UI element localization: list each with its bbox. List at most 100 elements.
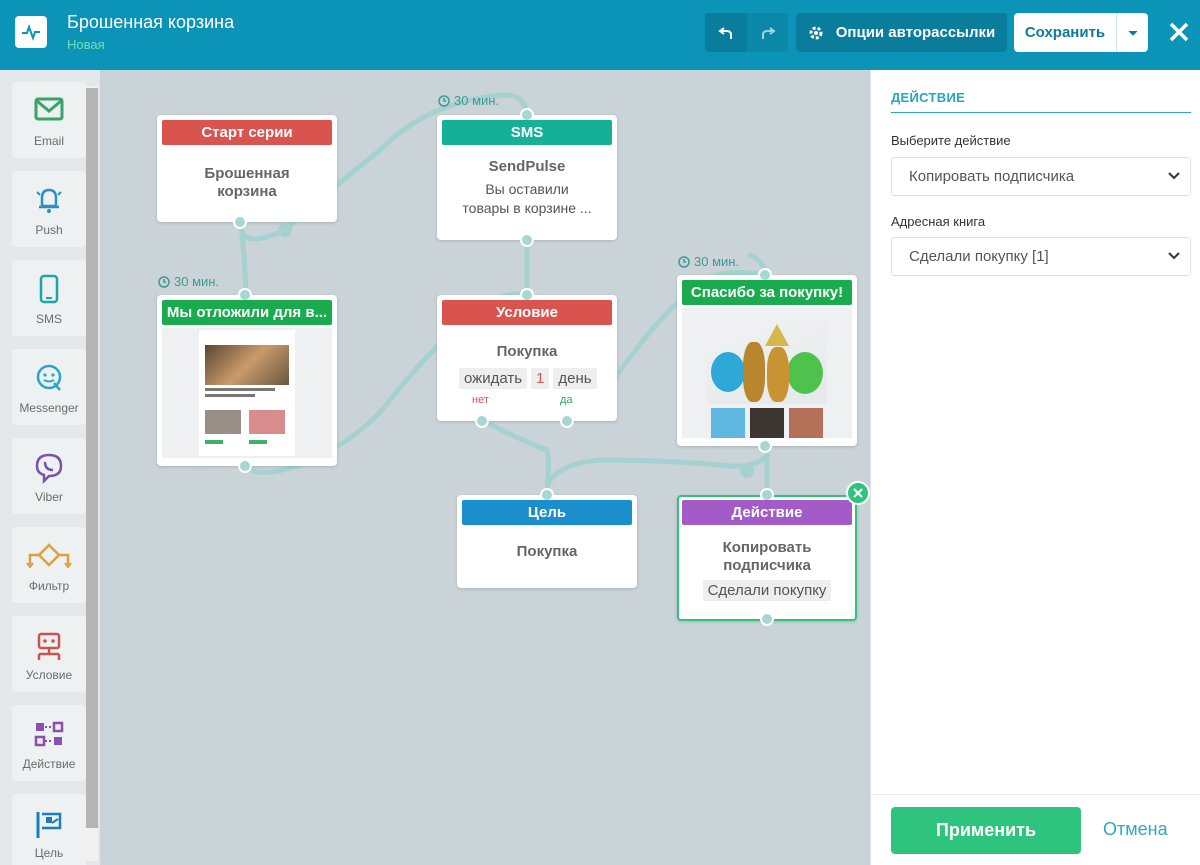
undo-icon (718, 26, 732, 39)
condition-wait-chip: ожидать (459, 368, 528, 389)
node-goal-title: Покупка (516, 543, 578, 560)
cancel-button[interactable]: Отмена (1103, 819, 1168, 840)
node-start[interactable]: Старт серии Брошенная корзина (157, 115, 337, 229)
node-action-header: Действие (682, 500, 852, 525)
node-goal[interactable]: Цель Покупка (457, 488, 637, 588)
panel-title: ДЕЙСТВИЕ (891, 90, 966, 105)
node-port[interactable] (760, 612, 774, 626)
palette-label: SMS (35, 312, 62, 326)
condition-no-label: нет (472, 394, 489, 406)
palette-item-condition[interactable]: Условие (12, 616, 86, 692)
node-sms-header: SMS (442, 120, 612, 145)
series-options-button[interactable]: Опции авторассылки (796, 13, 1007, 52)
goal-icon (36, 812, 62, 838)
address-book-select[interactable]: Сделали покупку [1] (891, 237, 1191, 276)
node-action-line2: подписчика (723, 557, 811, 574)
node-start-line1: Брошенная (204, 165, 290, 182)
properties-panel: ДЕЙСТВИЕ Выберите действие Копировать по… (870, 70, 1200, 865)
node-email-thanks[interactable]: Спасибо за покупку! (677, 268, 857, 453)
palette-item-push[interactable]: Push (12, 171, 86, 247)
node-port[interactable] (520, 233, 534, 247)
viber-icon (35, 453, 63, 484)
node-port[interactable] (238, 459, 252, 473)
panel-footer-divider (871, 794, 1200, 795)
panel-divider (891, 112, 1191, 113)
action-icon (34, 721, 64, 747)
palette-label: Фильтр (28, 579, 70, 593)
address-book-select-value: Сделали покупку [1] (909, 248, 1049, 265)
node-goal-header: Цель (462, 500, 632, 525)
node-action-line1: Копировать (722, 539, 812, 556)
action-select[interactable]: Копировать подписчика (891, 157, 1191, 196)
delay-label: 30 мин. (438, 93, 499, 108)
action-field-label: Выберите действие (891, 133, 1011, 148)
undo-button[interactable] (705, 13, 747, 52)
email-icon (34, 97, 64, 121)
node-email-reminder[interactable]: Мы отложили для в... (157, 288, 337, 473)
node-email-reminder-header: Мы отложили для в... (162, 300, 332, 325)
save-button[interactable]: Сохранить (1014, 13, 1117, 52)
gear-icon (809, 26, 823, 39)
node-condition-header: Условие (442, 300, 612, 325)
save-dropdown-button[interactable] (1117, 13, 1148, 52)
bell-icon (36, 188, 62, 213)
node-start-line2: корзина (217, 183, 277, 200)
clock-icon (158, 275, 170, 288)
status-badge: Новая (67, 37, 105, 52)
node-sms-sender: SendPulse (488, 158, 566, 175)
email-preview-thumbnail (682, 308, 852, 438)
email-preview-thumbnail (162, 328, 332, 458)
node-sms[interactable]: SMS SendPulse Вы оставили товары в корзи… (437, 108, 617, 247)
action-select-value: Копировать подписчика (909, 168, 1075, 185)
close-button[interactable] (1163, 16, 1195, 48)
close-icon (1169, 22, 1189, 42)
node-condition[interactable]: Условие Покупка ожидать 1 день нет да (437, 288, 617, 428)
clock-icon (678, 255, 690, 268)
delay-label: 30 мин. (678, 254, 739, 269)
condition-unit-chip: день (553, 368, 597, 389)
chevron-down-icon (1128, 30, 1137, 36)
node-port[interactable] (233, 215, 247, 229)
palette-item-viber[interactable]: Viber (12, 438, 86, 514)
page-title: Брошенная корзина (67, 12, 235, 32)
delete-node-button[interactable] (846, 481, 870, 505)
apply-button[interactable]: Применить (891, 807, 1081, 854)
node-sms-text1: Вы оставили (485, 181, 569, 197)
chevron-down-icon (1168, 252, 1180, 260)
palette-item-goal[interactable]: Цель (12, 794, 86, 865)
redo-button[interactable] (747, 13, 788, 52)
condition-count-chip: 1 (531, 368, 550, 389)
delay-text: 30 мин. (694, 254, 740, 269)
palette-item-filter[interactable]: Фильтр (12, 527, 86, 603)
close-icon (853, 488, 863, 498)
condition-icon (37, 632, 61, 660)
delay-label: 30 мин. (158, 274, 219, 289)
palette-label: Viber (35, 490, 63, 504)
delay-text: 30 мин. (454, 93, 500, 108)
palette-item-action[interactable]: Действие (12, 705, 86, 781)
chevron-down-icon (1168, 172, 1180, 180)
condition-no-port[interactable] (475, 414, 489, 428)
condition-yes-port[interactable] (560, 414, 574, 428)
palette-label: Действие (22, 757, 76, 771)
messenger-icon (36, 364, 62, 391)
node-email-thanks-header: Спасибо за покупку! (682, 280, 852, 305)
palette-label: Push (35, 223, 63, 237)
palette-item-sms[interactable]: SMS (12, 260, 86, 336)
node-action-selected[interactable]: Действие Копировать подписчика Сделали п… (677, 481, 870, 626)
palette-item-email[interactable]: Email (12, 82, 86, 158)
palette-label: Условие (25, 668, 73, 682)
redo-icon (761, 26, 776, 39)
element-palette: Email Push SMS Messenger Viber Фильтр Ус… (0, 70, 100, 865)
palette-item-messenger[interactable]: Messenger (12, 349, 86, 425)
delay-text: 30 мин. (174, 274, 220, 289)
filter-icon (26, 543, 72, 569)
book-field-label: Адресная книга (891, 214, 986, 229)
node-port[interactable] (758, 439, 772, 453)
app-header: Брошенная корзина Новая Опции авторассыл… (0, 0, 1200, 70)
node-sms-text2: товары в корзине ... (462, 200, 592, 216)
palette-scrollbar-thumb[interactable] (86, 88, 98, 828)
phone-icon (39, 274, 59, 304)
flow-canvas[interactable]: Старт серии Брошенная корзина 30 мин. SM… (100, 70, 870, 865)
palette-label: Email (33, 134, 64, 148)
